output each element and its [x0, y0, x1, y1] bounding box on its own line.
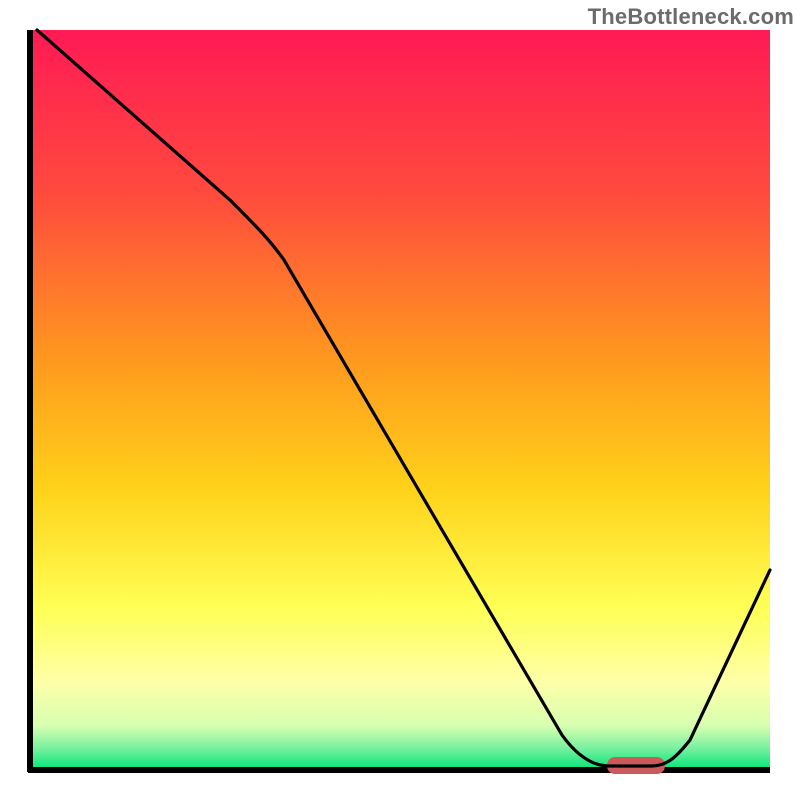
- plot-background: [30, 30, 770, 770]
- chart-svg: [0, 0, 800, 800]
- chart-container: TheBottleneck.com: [0, 0, 800, 800]
